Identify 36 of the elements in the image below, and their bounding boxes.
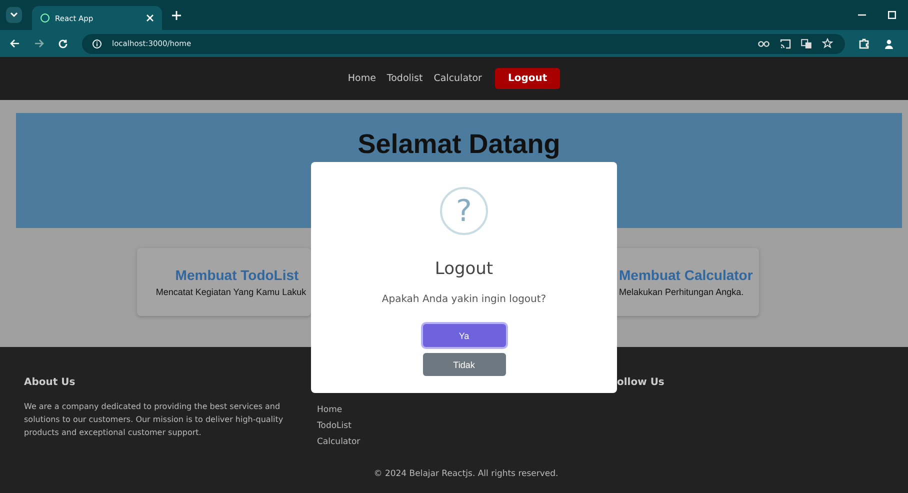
tab-list-button[interactable]	[6, 7, 22, 23]
reload-icon[interactable]	[58, 38, 68, 48]
maximize-icon[interactable]	[888, 11, 896, 19]
caret-icon	[10, 12, 18, 18]
footer-link[interactable]: TodoList	[317, 421, 352, 431]
profile-icon[interactable]	[884, 38, 894, 48]
new-tab-icon[interactable]	[172, 10, 181, 20]
footer-heading: About Us	[24, 377, 76, 388]
card-title: Membuat Calculator	[619, 267, 753, 283]
info-icon	[92, 38, 102, 48]
card-description: Mencatat Kegiatan Yang Kamu Lakuk	[156, 287, 306, 297]
cancel-button[interactable]: Tidak	[422, 353, 506, 376]
footer-link[interactable]: Calculator	[317, 437, 360, 447]
favicon-icon	[40, 13, 50, 23]
dialog-message: Apakah Anda yakin ingin logout?	[382, 294, 546, 305]
star-icon[interactable]	[822, 38, 833, 49]
close-icon[interactable]	[146, 14, 154, 22]
back-icon[interactable]	[10, 39, 20, 48]
question-icon: ?	[440, 187, 488, 235]
extensions-icon[interactable]	[859, 38, 870, 49]
nav-link[interactable]: Todolist	[386, 73, 423, 84]
nav-link[interactable]: Calculator	[434, 73, 482, 84]
confirm-button[interactable]: Ya	[422, 324, 506, 347]
hero-title: Selamat Datang	[358, 130, 560, 160]
card-title: Membuat TodoList	[175, 267, 299, 283]
footer-heading: ollow Us	[617, 377, 666, 388]
cast-icon[interactable]	[780, 38, 791, 48]
logout-button[interactable]: Logout	[494, 68, 560, 89]
footer-link[interactable]: Home	[317, 405, 342, 415]
card-description: Melakukan Perhitungan Angka.	[619, 287, 744, 297]
forward-icon[interactable]	[34, 39, 44, 48]
minimize-icon[interactable]	[858, 14, 866, 16]
dialog-title: Logout	[434, 259, 494, 279]
copyright-text: © 2024 Belajar Reactjs. All rights reserved.	[372, 469, 560, 479]
about-text: We are a company dedicated to providing the best services and solutions to our customers. Our mission is to deliver high-quality products and exceptional customer support.	[24, 401, 284, 439]
nav-link[interactable]: Home	[348, 73, 376, 84]
